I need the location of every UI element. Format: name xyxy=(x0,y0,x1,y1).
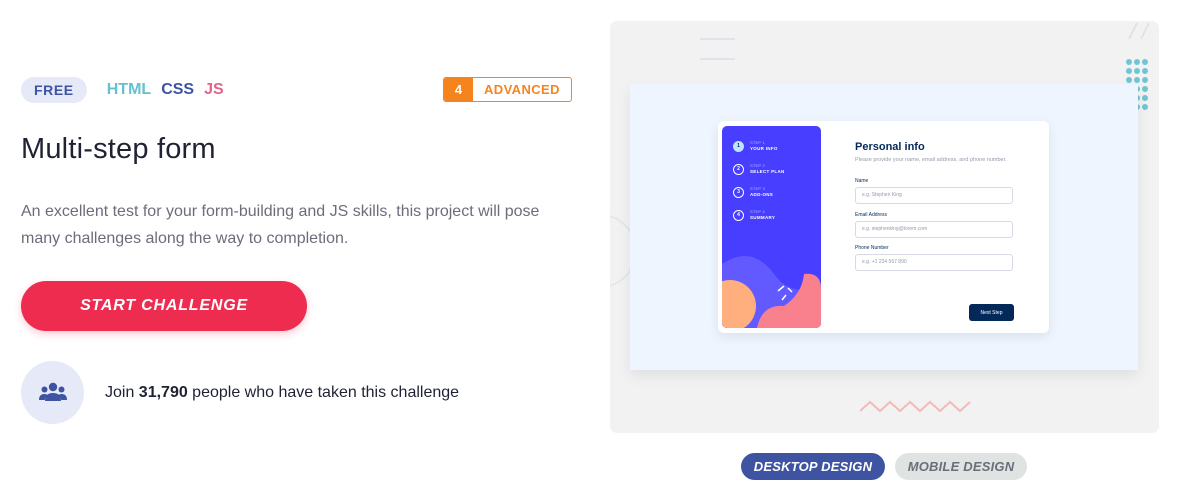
email-label: Email Address xyxy=(855,212,887,218)
step-4: 4 STEP 4 SUMMARY xyxy=(733,209,775,221)
steps-sidebar: 1 STEP 1 YOUR INFO 2 STEP 2 SELECT PLAN 3 … xyxy=(722,126,821,328)
email-field: e.g. stephenking@lorem.com xyxy=(855,221,1013,238)
name-field: e.g. Stephen King xyxy=(855,187,1013,204)
language-tag-css: CSS xyxy=(161,81,195,98)
participant-count: 31,790 xyxy=(138,383,188,401)
join-text: Join 31,790 people who have taken this c… xyxy=(105,383,460,401)
people-icon xyxy=(21,361,84,424)
difficulty-label: ADVANCED xyxy=(484,82,560,97)
join-stat: Join 31,790 people who have taken this c… xyxy=(21,361,459,424)
difficulty-badge: 4 ADVANCED xyxy=(443,77,572,102)
sidebar-shapes xyxy=(722,256,821,328)
step-1: 1 STEP 1 YOUR INFO xyxy=(733,140,778,152)
next-step-button: Next Step xyxy=(969,304,1014,321)
design-preview[interactable]: 1 STEP 1 YOUR INFO 2 STEP 2 SELECT PLAN 3 … xyxy=(610,21,1159,433)
form-title: Personal info xyxy=(855,141,925,153)
phone-label: Phone Number xyxy=(855,245,889,251)
tab-desktop-design[interactable]: DESKTOP DESIGN xyxy=(741,453,885,480)
form-card: 1 STEP 1 YOUR INFO 2 STEP 2 SELECT PLAN 3 … xyxy=(718,121,1049,333)
design-tabs: DESKTOP DESIGN MOBILE DESIGN xyxy=(741,453,1027,480)
language-tag-html: HTML xyxy=(106,81,152,98)
difficulty-number: 4 xyxy=(444,78,473,101)
start-challenge-button[interactable]: START CHALLENGE xyxy=(21,281,307,331)
challenge-tags: FREE HTML CSS JS xyxy=(21,77,234,103)
tab-mobile-design[interactable]: MOBILE DESIGN xyxy=(895,453,1027,480)
phone-field: e.g. +1 234 567 890 xyxy=(855,254,1013,271)
step-3: 3 STEP 3 ADD-ONS xyxy=(733,186,773,198)
step-2: 2 STEP 2 SELECT PLAN xyxy=(733,163,785,175)
name-label: Name xyxy=(855,178,869,184)
decorative-slashes xyxy=(1128,22,1150,40)
challenge-description: An excellent test for your form-building… xyxy=(21,203,540,247)
free-badge: FREE xyxy=(21,77,87,103)
challenge-title: Multi-step form xyxy=(21,133,216,165)
desktop-mockup: 1 STEP 1 YOUR INFO 2 STEP 2 SELECT PLAN 3 … xyxy=(630,84,1138,370)
language-tag-js: JS xyxy=(204,81,224,98)
decorative-lines xyxy=(700,38,735,60)
form-subtitle: Please provide your name, email address,… xyxy=(855,157,1007,163)
decorative-zigzag xyxy=(860,400,971,413)
